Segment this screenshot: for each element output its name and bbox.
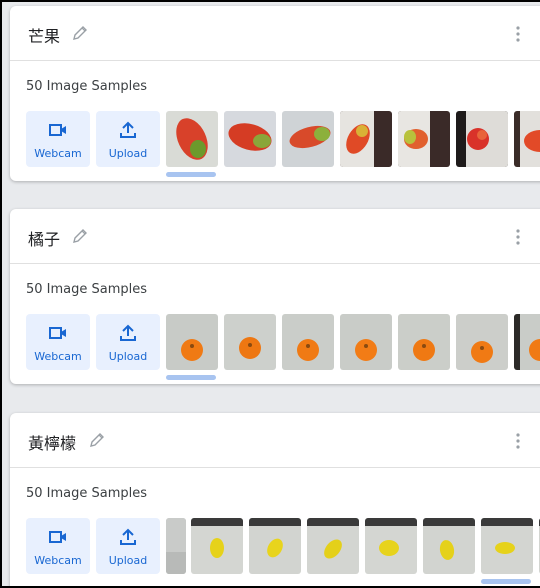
class-card-lemon: 黃檸檬 50 Image Samples Webcam Upload [10,413,540,586]
thumbnail-scroll-indicator[interactable] [481,579,531,584]
class-card-header: 芒果 [10,6,540,61]
class-title[interactable]: 黃檸檬 [28,430,76,454]
sample-thumbnail[interactable] [191,518,243,574]
webcam-label: Webcam [34,147,82,160]
pencil-icon[interactable] [71,24,89,42]
videocam-icon [49,531,66,543]
upload-label: Upload [108,554,148,567]
sample-thumbnail[interactable] [481,518,533,574]
thumbnail-scroll-indicator[interactable] [166,172,216,177]
class-title[interactable]: 芒果 [28,23,60,47]
upload-button[interactable]: Upload [96,111,160,167]
webcam-label: Webcam [34,350,82,363]
upload-icon [120,324,136,341]
videocam-icon [49,124,66,136]
class-card-orange: 橘子 50 Image Samples Webcam Upload [10,209,540,384]
sample-thumbnail[interactable] [340,111,392,167]
sample-thumbnail[interactable] [166,111,218,167]
sample-thumbnail[interactable] [249,518,301,574]
webcam-button[interactable]: Webcam [26,111,90,167]
sample-thumbnail[interactable] [423,518,475,574]
samples-count-label: 50 Image Samples [26,282,148,297]
class-samples-area: 50 Image Samples Webcam Upload [10,468,540,586]
sample-thumbnail[interactable] [340,314,392,370]
sample-thumbnail[interactable] [282,314,334,370]
webcam-button[interactable]: Webcam [26,518,90,574]
class-title[interactable]: 橘子 [28,226,60,250]
videocam-icon [49,327,66,339]
sample-thumbnail[interactable] [166,314,218,370]
class-card-header: 黃檸檬 [10,413,540,468]
class-samples-area: 50 Image Samples Webcam Upload [10,264,540,384]
sample-thumbnail[interactable] [224,314,276,370]
sample-thumbnail[interactable] [398,111,450,167]
pencil-icon[interactable] [88,431,106,449]
sample-thumbnail[interactable] [166,518,186,574]
upload-label: Upload [108,350,148,363]
pencil-icon[interactable] [71,227,89,245]
more-vert-icon[interactable] [510,228,526,246]
class-samples-area: 50 Image Samples Webcam Upload [10,61,540,181]
samples-count-label: 50 Image Samples [26,79,148,94]
class-card-mango: 芒果 50 Image Samples Webcam Upload [10,6,540,181]
sample-thumbnail[interactable] [224,111,276,167]
upload-button[interactable]: Upload [96,314,160,370]
thumbnail-scroll-indicator[interactable] [166,375,216,380]
webcam-button[interactable]: Webcam [26,314,90,370]
sample-thumbnail[interactable] [365,518,417,574]
sample-thumbnail[interactable] [514,314,540,370]
more-vert-icon[interactable] [510,25,526,43]
sample-thumbnail[interactable] [456,111,508,167]
samples-count-label: 50 Image Samples [26,486,148,501]
upload-icon [120,121,136,138]
sample-thumbnail[interactable] [307,518,359,574]
upload-label: Upload [108,147,148,160]
sample-thumbnail[interactable] [514,111,540,167]
more-vert-icon[interactable] [510,432,526,450]
upload-button[interactable]: Upload [96,518,160,574]
sample-thumbnail[interactable] [282,111,334,167]
sample-thumbnail[interactable] [456,314,508,370]
upload-icon [120,528,136,545]
webcam-label: Webcam [34,554,82,567]
teachable-machine-classes-panel: 芒果 50 Image Samples Webcam Upload 橘子 50 … [0,0,540,588]
sample-thumbnail[interactable] [398,314,450,370]
class-card-header: 橘子 [10,209,540,264]
